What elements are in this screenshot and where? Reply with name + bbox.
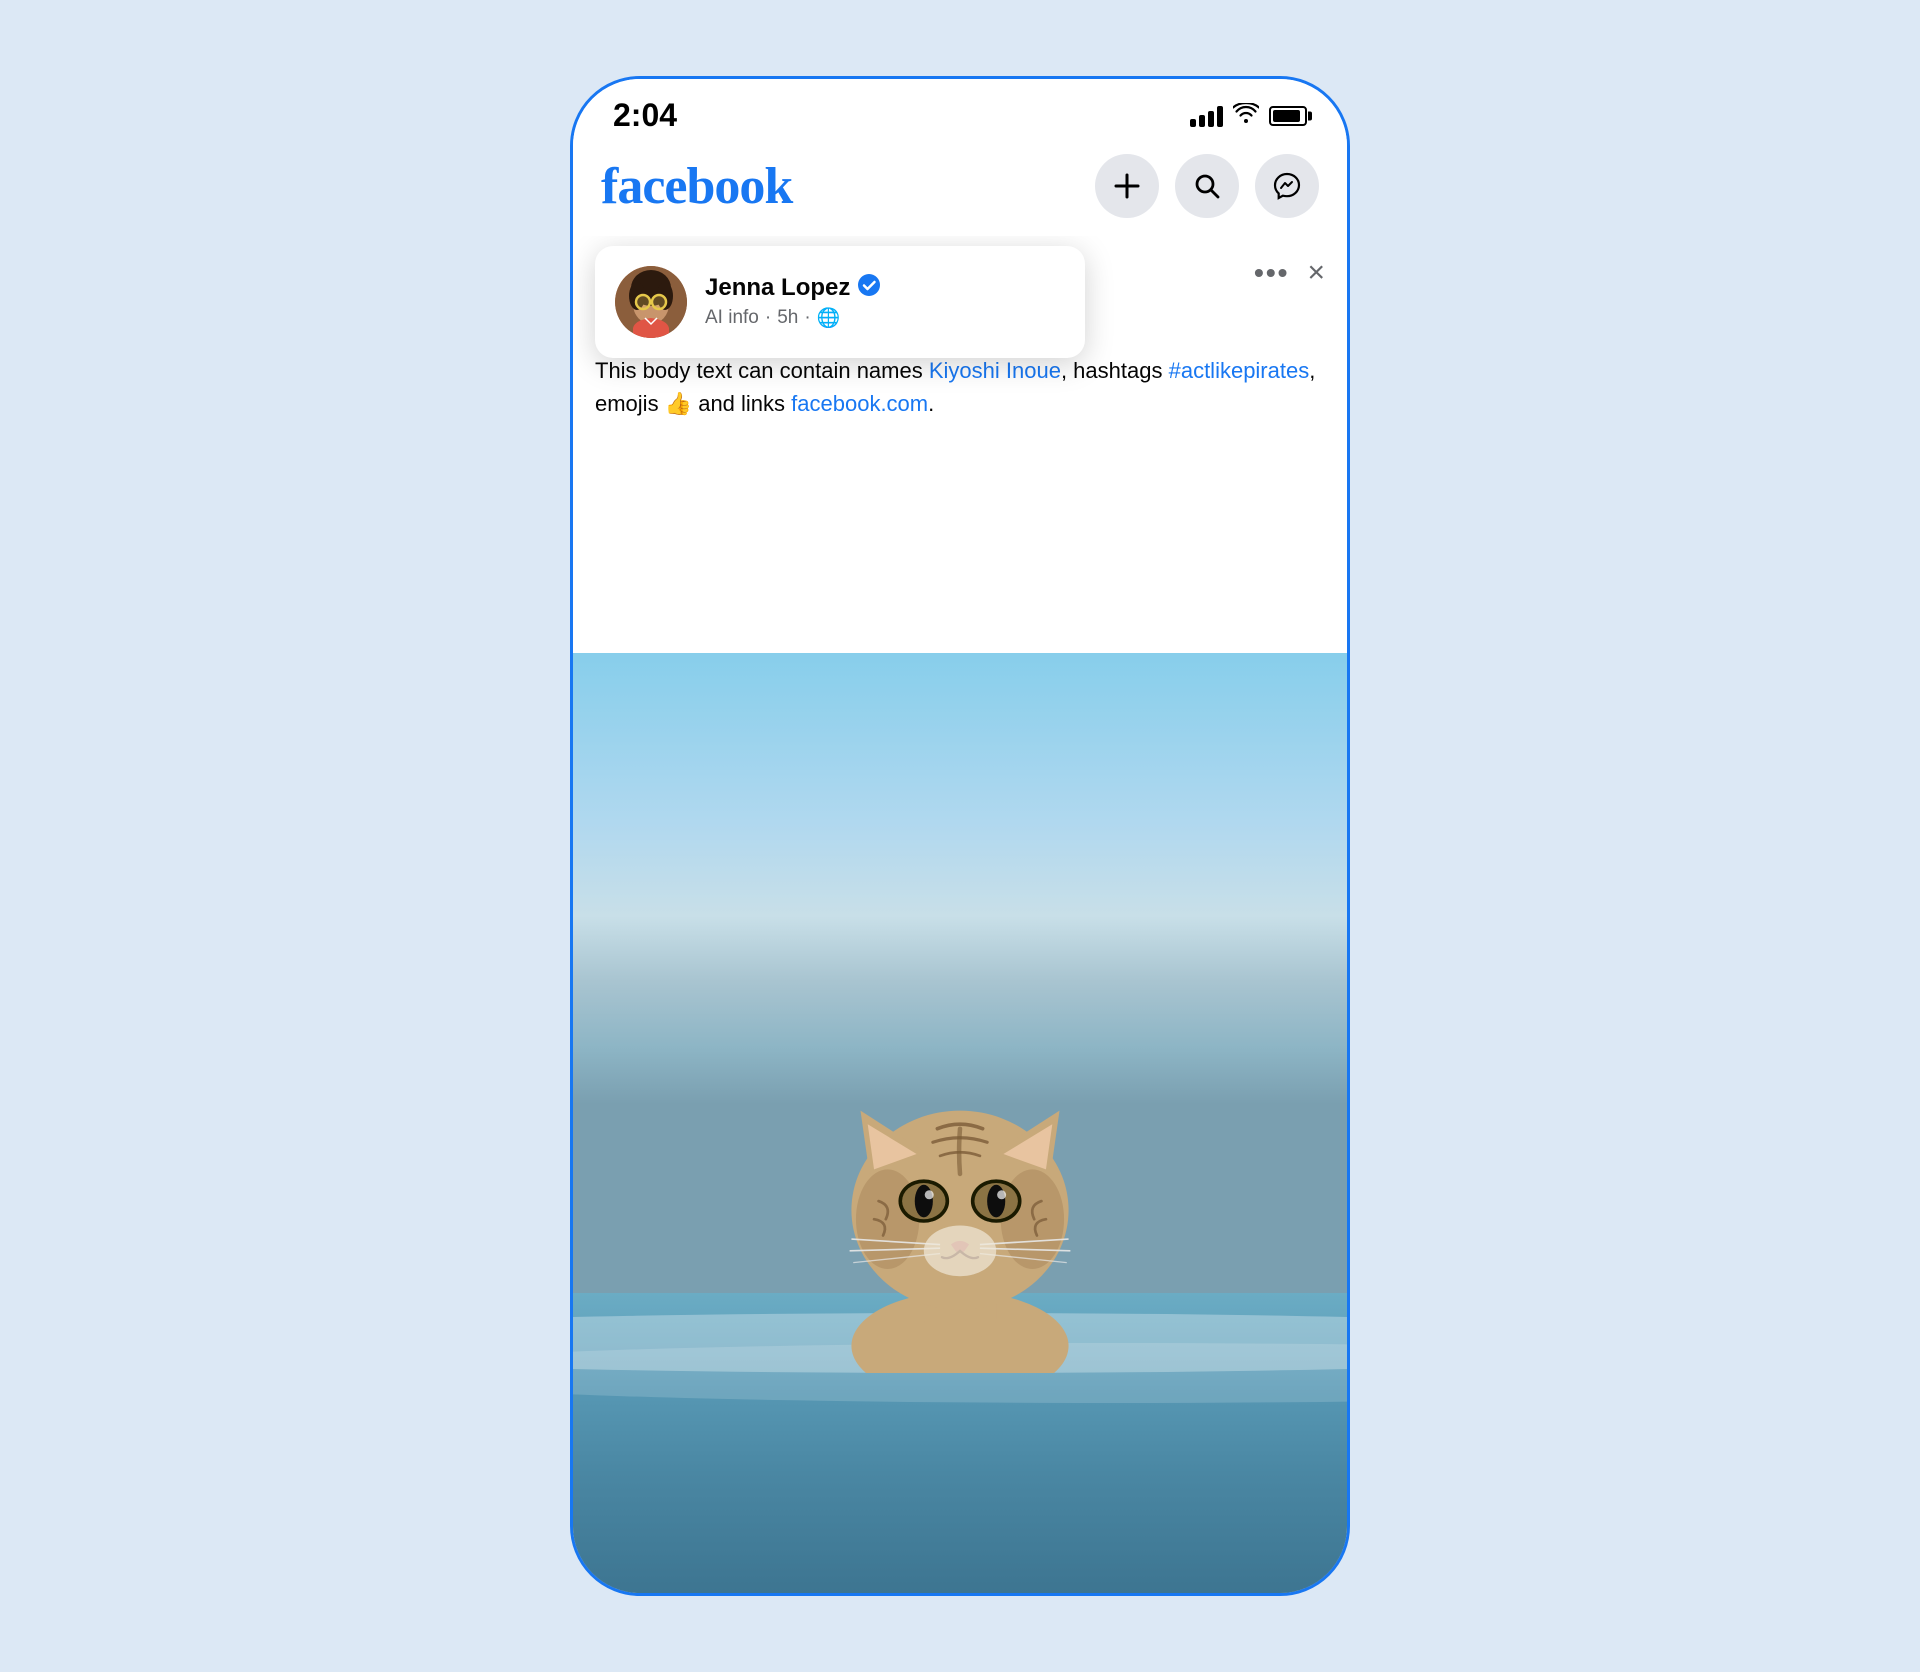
post-image	[573, 653, 1347, 1593]
globe-icon: 🌐	[817, 306, 841, 330]
body-suffix: .	[928, 391, 934, 416]
separator-dot-2: ·	[804, 307, 810, 329]
facebook-link[interactable]: facebook.com	[791, 391, 928, 416]
wifi-icon	[1233, 103, 1259, 129]
status-bar: 2:04	[573, 79, 1347, 144]
status-icons	[1190, 103, 1307, 129]
post-actions: ••• ×	[1254, 256, 1325, 290]
user-tooltip-card: Jenna Lopez AI info · 5h · 🌐	[595, 246, 1085, 358]
header-actions	[1095, 154, 1319, 218]
battery-icon	[1269, 106, 1307, 126]
close-post-button[interactable]: ×	[1307, 256, 1325, 290]
ai-info-label: AI info	[705, 307, 759, 329]
body-middle: , hashtags	[1061, 358, 1169, 383]
search-button[interactable]	[1175, 154, 1239, 218]
cat-image-content	[790, 993, 1130, 1373]
tagged-user-link[interactable]: Kiyoshi Inoue	[929, 358, 1061, 383]
more-options-button[interactable]: •••	[1254, 257, 1289, 289]
verified-badge	[858, 274, 880, 302]
post-time: 5h	[777, 307, 798, 329]
app-header: facebook	[573, 144, 1347, 236]
signal-icon	[1190, 105, 1223, 127]
feed: Jenna Lopez AI info · 5h · 🌐	[573, 236, 1347, 1593]
hashtag-link[interactable]: #actlikepirates	[1169, 358, 1310, 383]
avatar	[615, 266, 687, 338]
body-link-prefix: and links	[692, 391, 791, 416]
body-prefix: This body text can contain names	[595, 358, 929, 383]
facebook-logo: facebook	[601, 157, 792, 216]
user-name-row: Jenna Lopez	[705, 274, 1061, 302]
post-meta: AI info · 5h · 🌐	[705, 306, 1061, 330]
phone-frame: 2:04 facebook	[570, 76, 1350, 1596]
user-name: Jenna Lopez	[705, 274, 850, 302]
messenger-button[interactable]	[1255, 154, 1319, 218]
status-time: 2:04	[613, 97, 677, 134]
user-info: Jenna Lopez AI info · 5h · 🌐	[705, 274, 1061, 330]
separator-dot: ·	[765, 307, 771, 329]
emoji: 👍	[665, 391, 692, 416]
add-button[interactable]	[1095, 154, 1159, 218]
